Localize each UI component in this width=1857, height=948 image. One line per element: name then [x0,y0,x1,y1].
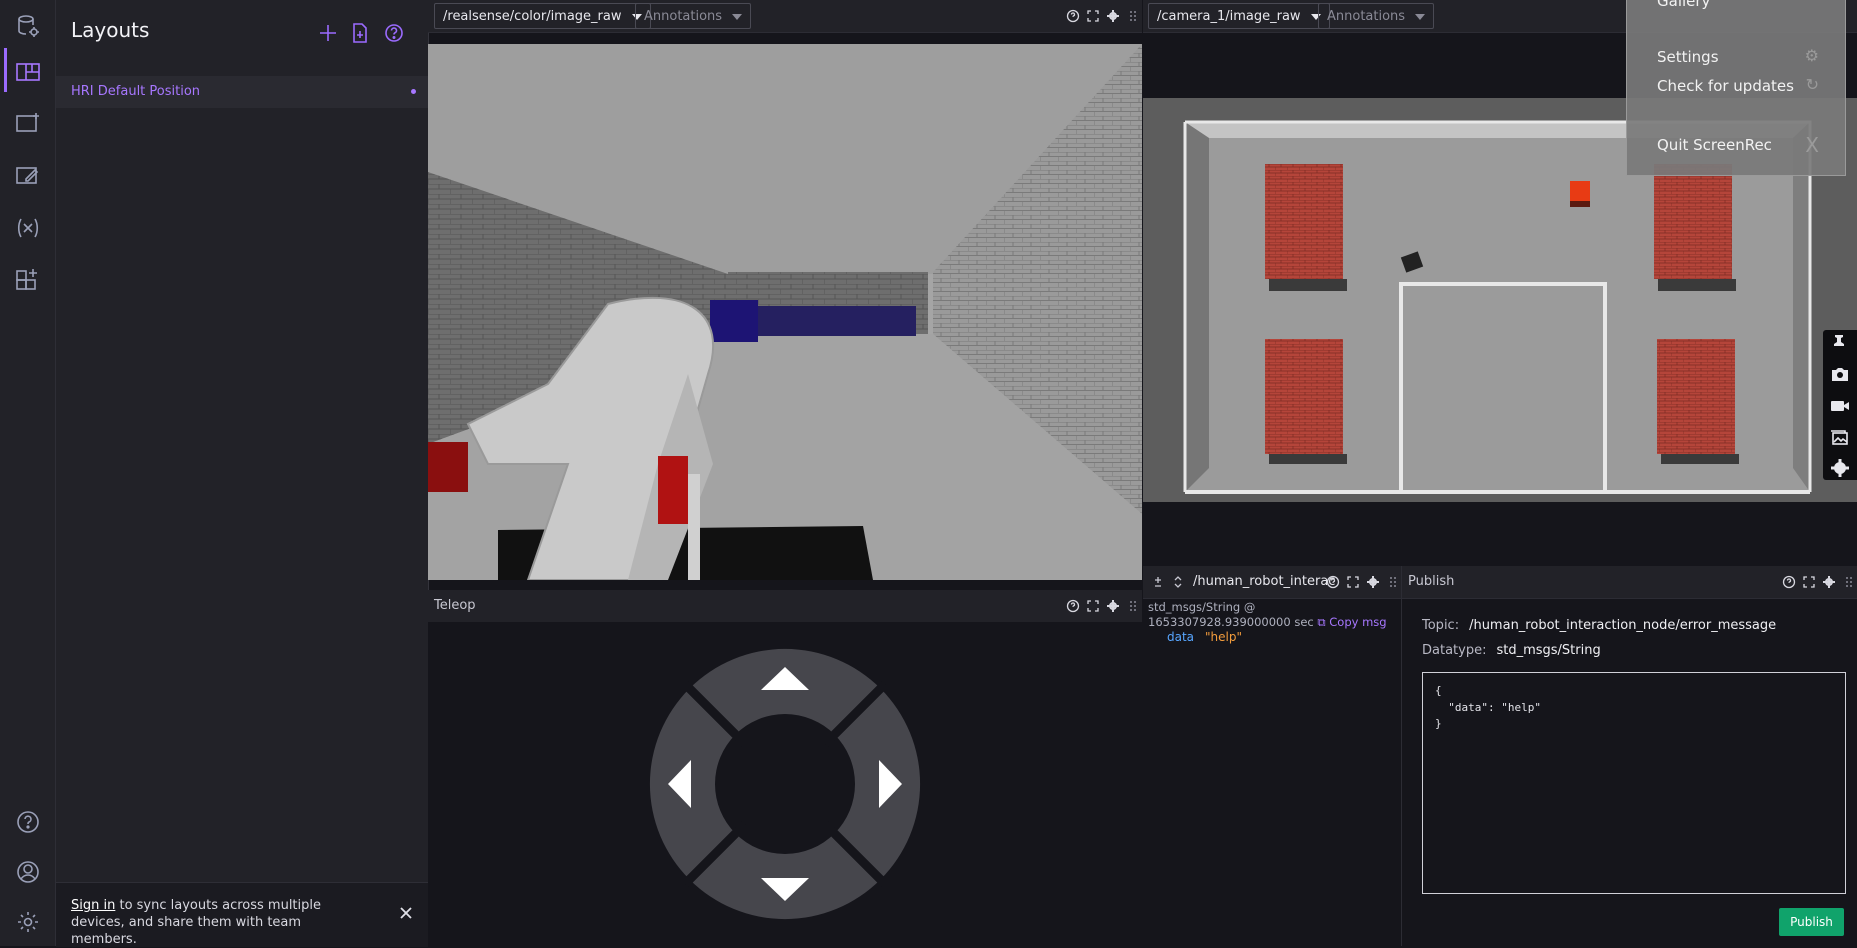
sidebar-title: Layouts [71,18,150,42]
topic-select-1-value: /realsense/color/image_raw [443,9,622,24]
field-key: data [1167,630,1195,644]
refresh-icon: ↻ [1805,75,1819,94]
copy-msg-button[interactable]: ⧉ Copy msg [1317,615,1386,629]
fullscreen-icon[interactable] [1346,574,1360,588]
drag-handle-icon[interactable] [1842,574,1856,588]
topic-row: Topic: /human_robot_interaction_node/erro… [1422,618,1776,633]
pin-icon[interactable] [1830,332,1850,352]
image-panel-1-header: /realsense/color/image_raw Annotations [428,0,1142,33]
layouts-help-icon[interactable] [383,22,405,44]
menu-item-settings[interactable]: Settings [1657,48,1719,66]
panel-toolbar [1326,574,1400,590]
datatype-input[interactable]: std_msgs/String [1496,643,1600,658]
panel-settings-gear-icon[interactable] [1366,574,1380,588]
copy-msg-label: Copy msg [1329,615,1387,629]
chevron-down-icon [732,13,743,20]
layouts-sidebar: Layouts HRI Default Position Sign in to … [56,0,429,947]
raw-message-header: /human_robot_interac [1143,566,1401,599]
diff-icon[interactable] [1151,574,1165,588]
raw-topic-title[interactable]: /human_robot_interac [1193,574,1335,589]
panel-help-icon[interactable] [1066,8,1080,23]
extensions-icon[interactable] [14,266,42,294]
topic-select-2-value: /camera_1/image_raw [1157,9,1301,24]
signin-banner: Sign in to sync layouts across multiple … [56,882,428,947]
video-icon[interactable] [1830,396,1850,416]
annotations-select-2[interactable]: Annotations [1318,3,1435,29]
variables-icon[interactable] [14,214,42,242]
close-icon[interactable] [398,905,414,921]
close-icon: X [1805,133,1819,157]
add-panel-icon[interactable] [14,110,42,138]
camera-toolbar [1823,330,1857,480]
teleop-panel [428,622,1142,946]
copy-icon: ⧉ [1317,615,1330,629]
teleop-header: Teleop [428,590,1142,623]
panel-settings-gear-icon[interactable] [1106,598,1120,612]
menu-item-check-updates[interactable]: Check for updates [1657,77,1794,95]
panel-toolbar [1782,574,1856,590]
screenrec-menu: Gallery Settings ⚙ Check for updates ↻ Q… [1626,0,1846,176]
layout-item-label: HRI Default Position [71,84,201,99]
fullscreen-icon[interactable] [1086,8,1100,22]
panel-help-icon[interactable] [1066,598,1080,613]
drag-handle-icon[interactable] [1386,574,1400,588]
annotations-label: Annotations [1327,9,1406,24]
menu-item-quit[interactable]: Quit ScreenRec [1657,136,1772,154]
publish-button[interactable]: Publish [1779,908,1844,936]
datatype-label: Datatype: [1422,643,1487,658]
realsense-camera-view[interactable] [428,44,1142,580]
gallery-icon[interactable] [1830,428,1850,448]
annotations-label: Annotations [644,9,723,24]
panel-toolbar [1066,8,1140,24]
topic-select-1[interactable]: /realsense/color/image_raw [434,3,651,29]
drag-handle-icon[interactable] [1126,598,1140,612]
teleop-title: Teleop [434,598,476,613]
data-source-icon[interactable] [14,12,42,40]
publish-title: Publish [1408,574,1455,589]
panel-settings-gear-icon[interactable] [1106,8,1120,22]
field-value: "help" [1205,630,1242,644]
add-layout-icon[interactable] [317,22,339,44]
panel-settings-icon[interactable] [14,162,42,190]
annotations-select-1[interactable]: Annotations [635,3,752,29]
layout-list-item[interactable]: HRI Default Position [56,76,428,108]
panel-settings-gear-icon[interactable] [1822,574,1836,588]
chevron-down-icon [1415,13,1426,20]
message-editor[interactable]: { "data": "help" } [1422,672,1846,894]
import-layout-icon[interactable] [349,22,371,44]
layout-active-dot [411,89,416,94]
menu-item-gallery[interactable]: Gallery [1657,0,1710,10]
fullscreen-icon[interactable] [1086,598,1100,612]
account-icon[interactable] [14,858,42,886]
raw-message-panel: /human_robot_interac std_msgs/String @ 1… [1143,566,1402,946]
publish-panel: Publish Topic: /human_robot_interaction_n… [1402,566,1857,946]
settings-gear-icon[interactable] [14,908,42,936]
help-icon[interactable] [14,808,42,836]
drag-handle-icon[interactable] [1126,8,1140,22]
expand-icon[interactable] [1171,574,1185,588]
publish-header: Publish [1402,566,1857,599]
camera-icon[interactable] [1830,364,1850,384]
topic-select-2[interactable]: /camera_1/image_raw [1148,3,1330,29]
settings-gear-icon[interactable] [1830,458,1850,478]
gear-icon: ⚙ [1804,46,1819,65]
layouts-icon[interactable] [14,58,42,86]
fullscreen-icon[interactable] [1802,574,1816,588]
panel-help-icon[interactable] [1782,574,1796,589]
message-metadata: std_msgs/String @ 1653307928.939000000 s… [1148,600,1314,629]
panel-help-icon[interactable] [1326,574,1340,589]
app-icon-rail [0,0,56,946]
topic-input[interactable]: /human_robot_interaction_node/error_mess… [1469,618,1776,633]
datatype-row: Datatype: std_msgs/String [1422,643,1601,658]
panel-toolbar [1066,598,1140,614]
topic-label: Topic: [1422,618,1460,633]
signin-link[interactable]: Sign in [71,898,115,913]
active-indicator [4,48,7,92]
